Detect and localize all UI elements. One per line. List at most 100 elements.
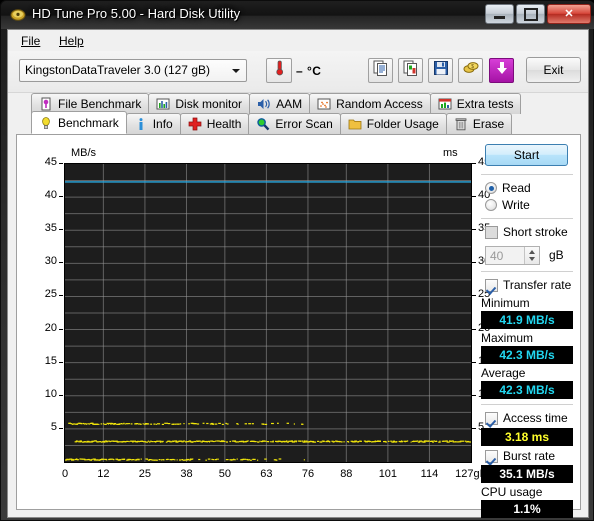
x-tick-label: 76: [301, 468, 315, 480]
burst-rate-value: 35.1 MB/s: [499, 467, 555, 481]
folder-icon: [348, 117, 362, 131]
checkbox-burst-rate-icon: [485, 449, 498, 463]
divider-1: [481, 174, 573, 175]
bar-chart-icon: [156, 97, 170, 111]
minimum-value: 41.9 MB/s: [499, 313, 555, 327]
tab-erase-label: Erase: [472, 117, 505, 131]
y-tick-label: 30: [44, 255, 57, 268]
maximize-button[interactable]: [516, 4, 545, 24]
svg-text:$: $: [471, 64, 474, 70]
close-button[interactable]: ✕: [547, 4, 591, 24]
menu-help[interactable]: Help: [54, 33, 89, 49]
start-button-label: Start: [513, 148, 540, 162]
average-value-box: 42.3 MB/s: [481, 381, 573, 399]
tab-info[interactable]: Info: [125, 113, 181, 134]
copy-image-button[interactable]: [398, 58, 423, 83]
minimum-value-box: 41.9 MB/s: [481, 311, 573, 329]
x-tick-label: 50: [218, 468, 231, 480]
temperature-button[interactable]: [266, 58, 292, 83]
divider-4: [481, 404, 573, 405]
y2-tick-mark: [472, 328, 476, 330]
short-stroke-input[interactable]: 40: [485, 246, 540, 265]
tab-aam[interactable]: AAM: [249, 93, 311, 114]
checkbox-access-time[interactable]: Access time: [485, 411, 568, 425]
x-tick-label: 63: [260, 468, 273, 480]
tab-erase[interactable]: Erase: [445, 113, 513, 134]
copy-text-button[interactable]: [368, 58, 393, 83]
tab-benchmark[interactable]: Benchmark: [31, 111, 127, 134]
checkbox-short-stroke-label: Short stroke: [503, 225, 568, 239]
tab-aam-label: AAM: [276, 97, 303, 111]
y-tick-mark: [59, 196, 63, 198]
tab-error-scan[interactable]: Error Scan: [248, 113, 341, 134]
minimize-button[interactable]: [485, 4, 514, 24]
y-tick-label: 35: [44, 222, 57, 235]
radio-write-icon: [485, 199, 497, 211]
y2-tick-mark: [472, 229, 476, 231]
y-tick-label: 40: [44, 189, 57, 202]
title-bar: HD Tune Pro 5.00 - Hard Disk Utility ✕: [1, 1, 594, 29]
start-button[interactable]: Start: [485, 144, 568, 166]
checkbox-burst-rate-label: Burst rate: [503, 449, 556, 463]
checkbox-burst-rate[interactable]: Burst rate: [485, 449, 555, 463]
menu-file-label: File: [21, 34, 41, 48]
divider-2: [481, 218, 573, 219]
access-time-value: 3.18 ms: [504, 430, 550, 444]
tab-random-access-label: Random Access: [336, 97, 423, 111]
hdtune-icon: [10, 7, 26, 23]
tab-benchmark-label: Benchmark: [58, 115, 119, 130]
y-tick-label: 45: [44, 156, 57, 168]
save-button[interactable]: [428, 58, 453, 83]
spinner-up-icon: [529, 250, 535, 254]
y2-axis-label: ms: [443, 147, 458, 159]
tab-health[interactable]: Health: [179, 113, 250, 134]
money-icon: $: [463, 60, 479, 81]
y2-tick-mark: [472, 361, 476, 363]
drive-select[interactable]: KingstonDataTraveler 3.0 (127 gB): [19, 59, 247, 82]
window-controls: ✕: [485, 4, 591, 25]
radio-write[interactable]: Write: [485, 198, 530, 212]
tab-folder-usage[interactable]: Folder Usage: [339, 113, 447, 134]
y2-tick-mark: [472, 295, 476, 297]
short-stroke-spinner[interactable]: [524, 247, 539, 264]
checkbox-transfer-rate-label: Transfer rate: [503, 278, 572, 292]
y2-tick-mark: [472, 163, 476, 164]
radio-write-label: Write: [502, 198, 530, 212]
tab-extra-tests[interactable]: Extra tests: [429, 93, 522, 114]
checkbox-access-time-icon: [485, 411, 498, 425]
tab-disk-monitor[interactable]: Disk monitor: [148, 93, 251, 114]
checkbox-transfer-rate[interactable]: Transfer rate: [485, 278, 571, 292]
access-time-value-box: 3.18 ms: [481, 428, 573, 446]
y-tick-label: 25: [44, 288, 57, 301]
y-tick-mark: [59, 163, 63, 164]
benchmark-graph: MB/s ms 51015202530354045 51015202530354…: [29, 141, 491, 503]
y-tick-mark: [59, 295, 63, 297]
y2-tick-mark: [472, 427, 476, 429]
y-tick-mark: [59, 328, 63, 330]
magnifier-icon: [256, 117, 270, 131]
cpu-usage-value-box: 1.1%: [481, 500, 573, 518]
download-button[interactable]: [489, 58, 514, 83]
tab-row-primary: Benchmark Info Health Error Scan Folder …: [31, 111, 513, 134]
x-tick-label: 38: [180, 468, 193, 480]
tab-health-label: Health: [206, 117, 242, 131]
radio-read[interactable]: Read: [485, 181, 531, 195]
extra-chart-icon: [438, 97, 452, 111]
burst-rate-value-box: 35.1 MB/s: [481, 465, 573, 483]
x-tick-label: 114: [420, 468, 439, 480]
tab-extra-tests-label: Extra tests: [456, 97, 514, 111]
checkbox-access-time-label: Access time: [503, 411, 568, 425]
menu-help-label: Help: [59, 34, 84, 48]
checkbox-short-stroke-icon: [485, 225, 498, 239]
y2-tick-mark: [472, 262, 476, 264]
buy-button[interactable]: $: [458, 58, 483, 83]
thermometer-icon: [272, 59, 287, 82]
close-icon: ✕: [564, 7, 574, 20]
hd-tune-window: HD Tune Pro 5.00 - Hard Disk Utility ✕ F…: [0, 0, 594, 521]
exit-button[interactable]: Exit: [526, 57, 581, 83]
checkbox-short-stroke[interactable]: Short stroke: [485, 225, 568, 239]
cpu-usage-label: CPU usage: [481, 485, 543, 499]
scatter-icon: [317, 97, 331, 111]
tab-random-access[interactable]: Random Access: [309, 93, 431, 114]
menu-file[interactable]: File: [16, 33, 45, 49]
